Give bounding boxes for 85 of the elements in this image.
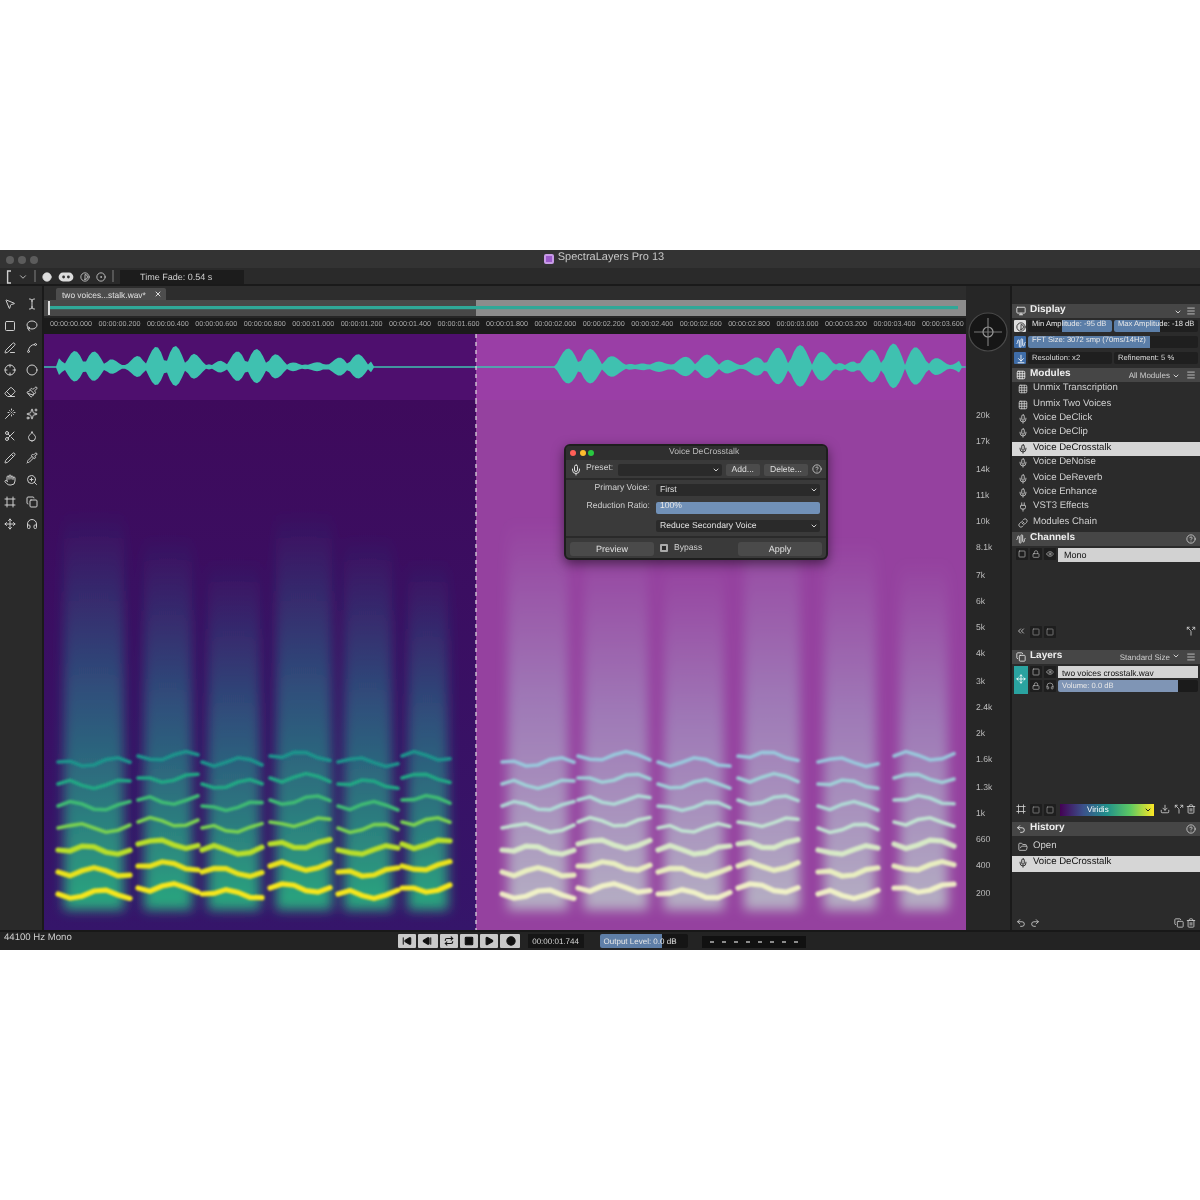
headphones-icon[interactable] [1044, 680, 1056, 693]
microphone-icon [1018, 458, 1028, 469]
move-icon[interactable] [4, 517, 17, 529]
close-dialog-button[interactable] [570, 450, 576, 456]
microphone-icon [1018, 443, 1028, 454]
overview-scrollbar[interactable] [44, 300, 966, 316]
stop-button[interactable] [459, 934, 479, 948]
hand-icon[interactable] [4, 473, 17, 485]
pointer-icon[interactable] [4, 297, 17, 309]
menu-icon[interactable] [1186, 306, 1196, 316]
caret-icon[interactable] [18, 271, 28, 281]
skip-start-button[interactable] [398, 934, 417, 948]
lasso-icon[interactable] [25, 319, 38, 331]
monitor-icon [1016, 306, 1026, 316]
grid-icon [1018, 399, 1028, 410]
record-button[interactable] [500, 934, 520, 948]
lock-icon[interactable] [1030, 548, 1042, 561]
app-logo-icon [543, 254, 554, 264]
undo-icon[interactable] [1016, 917, 1026, 927]
microphone-icon [1018, 858, 1028, 869]
microphone-icon [570, 463, 582, 475]
pipette-icon[interactable] [25, 451, 38, 463]
text-cursor-icon[interactable] [25, 297, 38, 309]
menu-icon[interactable] [1186, 651, 1196, 662]
capsule-icon[interactable] [58, 271, 74, 281]
download-icon[interactable] [1160, 804, 1170, 815]
grid-icon [1018, 384, 1028, 395]
copy-icon[interactable] [1173, 917, 1183, 927]
help-icon[interactable] [1186, 823, 1196, 834]
microphone-icon [1018, 487, 1028, 498]
eye-icon[interactable] [1044, 548, 1056, 561]
pencil-icon[interactable] [4, 451, 17, 463]
eraser-icon[interactable] [4, 385, 17, 397]
dot-icon[interactable] [42, 271, 52, 281]
waveform-icon[interactable] [1014, 336, 1026, 348]
curve-icon[interactable] [25, 341, 38, 353]
frame-icon[interactable] [4, 495, 17, 507]
circle-icon[interactable] [25, 363, 38, 375]
waveform-icon [1016, 533, 1026, 544]
redo-icon[interactable] [1029, 917, 1039, 927]
navigator-icon[interactable] [968, 311, 1008, 351]
sparkle-icon[interactable] [25, 407, 38, 419]
help-icon[interactable] [812, 464, 822, 474]
minimize-dialog-button[interactable] [579, 450, 585, 456]
trash-icon[interactable] [1186, 804, 1196, 815]
lock-icon[interactable] [1030, 680, 1042, 693]
plug-icon [1018, 502, 1028, 513]
step-back-button[interactable] [418, 934, 438, 948]
zoom-icon[interactable] [25, 473, 38, 485]
collapse-icon[interactable] [1016, 626, 1026, 637]
zoom-dialog-button[interactable] [588, 450, 594, 456]
frame-icon[interactable] [1016, 804, 1026, 815]
brush-icon[interactable] [25, 385, 38, 397]
split-icon[interactable] [1173, 804, 1183, 815]
contrast-icon[interactable] [1014, 320, 1026, 332]
copy-icon[interactable] [25, 495, 38, 507]
link-icon [1018, 517, 1028, 528]
play-button[interactable] [480, 934, 499, 948]
move-icon [1016, 674, 1026, 685]
menu-icon[interactable] [1186, 370, 1196, 380]
square-toggle-icon[interactable] [1016, 548, 1028, 561]
eye-icon[interactable] [1044, 666, 1056, 679]
folder-icon [1018, 842, 1028, 853]
crosshair-icon[interactable] [4, 363, 17, 375]
layers-icon [1016, 651, 1026, 662]
microphone-icon [1018, 413, 1028, 424]
droplet-icon[interactable] [25, 429, 38, 441]
split-icon[interactable] [1186, 626, 1196, 637]
microphone-icon [1018, 473, 1028, 484]
scissors-icon[interactable] [4, 429, 17, 441]
microphone-icon [1018, 428, 1028, 439]
square-toggle-icon[interactable] [1030, 666, 1042, 679]
rectangle-select-icon[interactable] [4, 319, 17, 331]
bypass-checkbox[interactable] [660, 544, 668, 552]
pen-icon[interactable] [4, 341, 17, 353]
loop-button[interactable] [439, 934, 458, 948]
bracket-icon[interactable] [6, 269, 12, 283]
trash-icon[interactable] [1186, 917, 1196, 927]
layer-handle[interactable] [1014, 665, 1028, 694]
help-icon[interactable] [1186, 533, 1196, 544]
headphones-icon[interactable] [25, 517, 38, 529]
undo-icon [1016, 823, 1026, 834]
grid-icon [1016, 370, 1026, 380]
circle-dot-icon[interactable] [96, 271, 106, 281]
arrow-down-icon[interactable] [1014, 352, 1026, 364]
